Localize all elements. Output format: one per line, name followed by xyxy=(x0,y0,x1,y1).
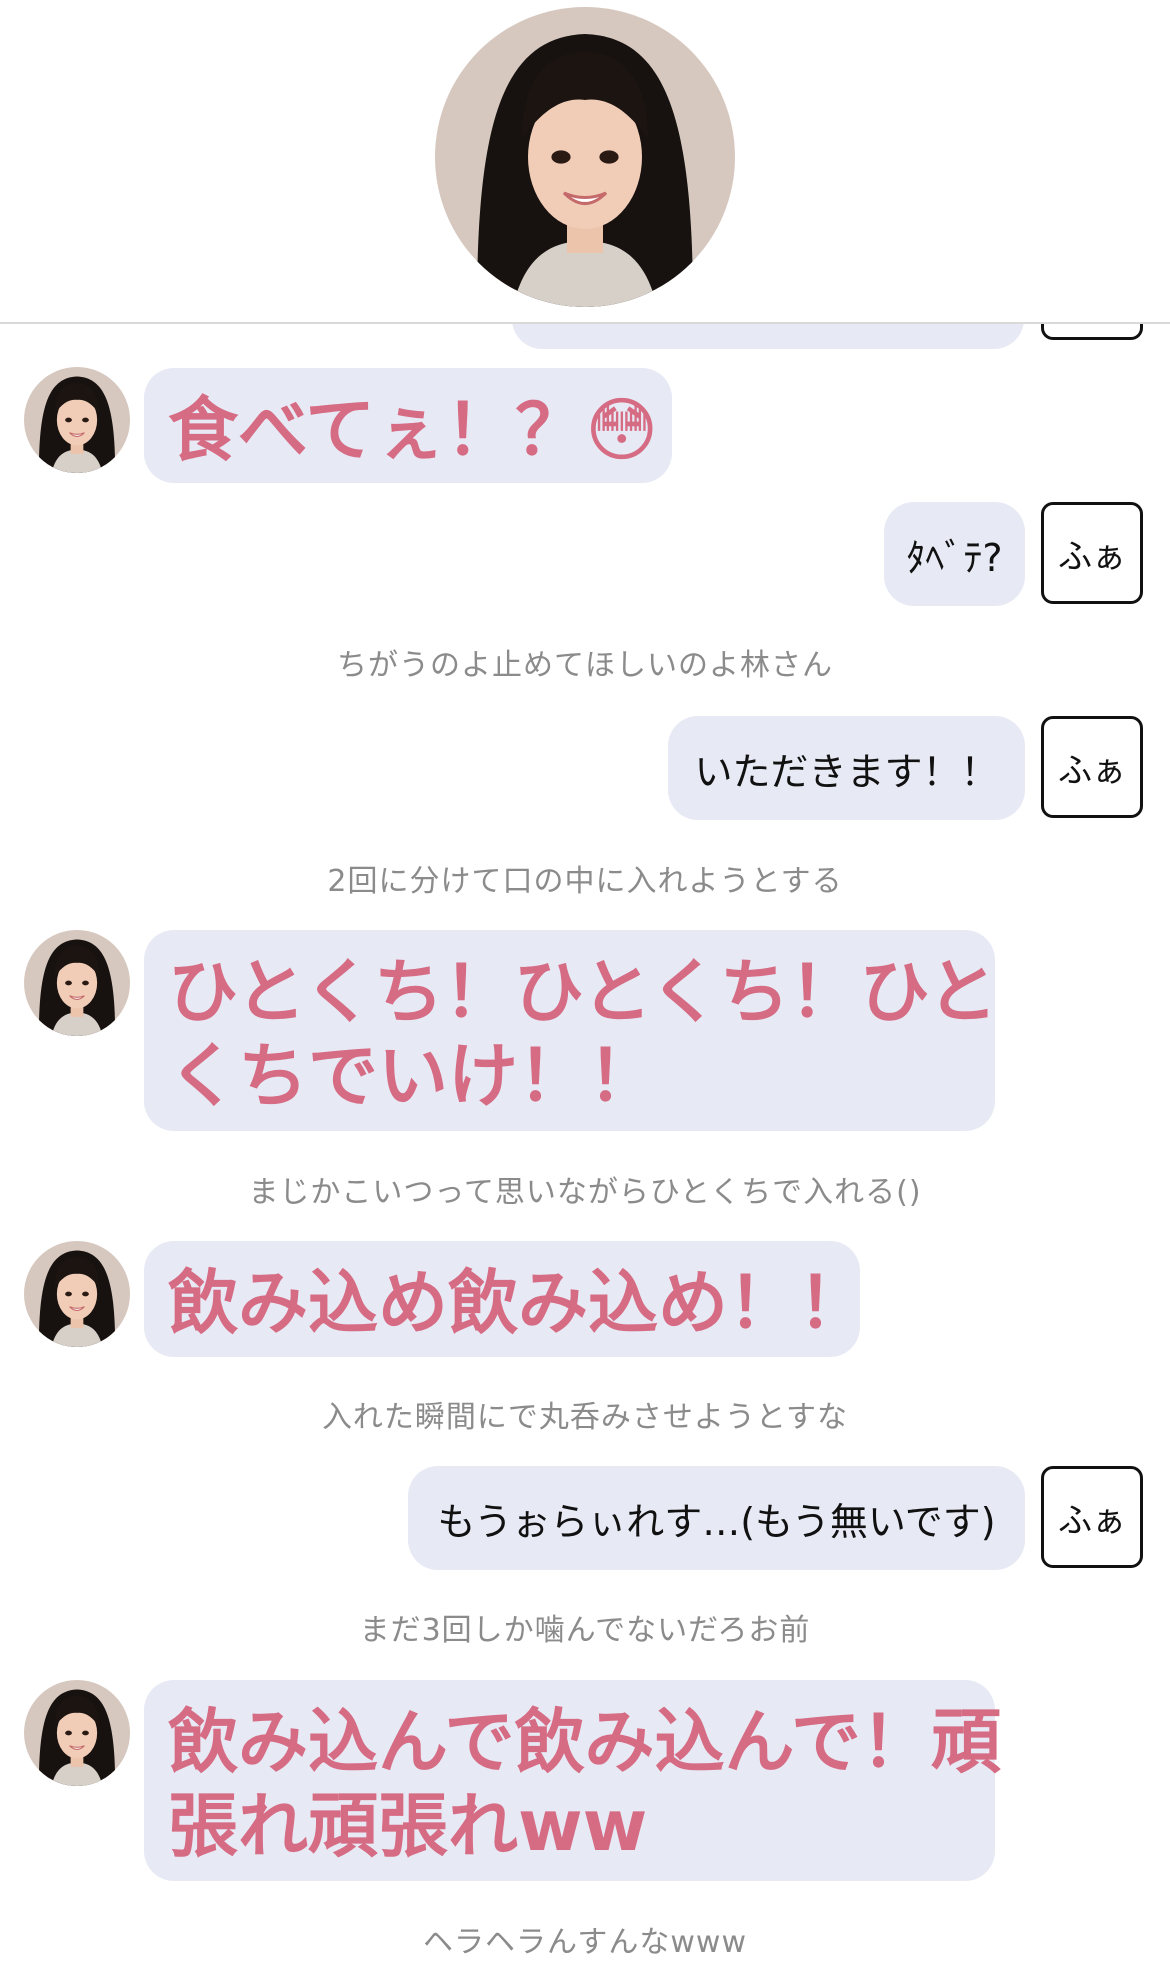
speaker-tag-label: ふぁ xyxy=(1058,536,1126,577)
sender-avatar[interactable] xyxy=(24,367,130,473)
speaker-tag-label: ふぁ xyxy=(1058,750,1126,791)
girl-portrait-icon xyxy=(24,367,130,473)
message-text-line: ひとくち！ひとくち！ひと xyxy=(168,951,998,1033)
message-bubble-left: 食べてぇ！？😳 xyxy=(144,368,672,483)
sender-avatar[interactable] xyxy=(24,1680,130,1786)
message-text: もうぉらぃれす…(もう無いです) xyxy=(437,1499,996,1544)
message-bubble-left: 飲み込め飲み込め！！ xyxy=(144,1241,868,1357)
message-text: いただきます！！ xyxy=(694,749,999,794)
speaker-tag-label: ふぁ xyxy=(1058,1500,1126,1541)
profile-header xyxy=(0,0,1170,324)
narration-text: 入れた瞬間にで丸呑みさせようとすな xyxy=(321,1400,849,1435)
message-text-line: 張れ頑張れww xyxy=(168,1785,648,1867)
message-text-line: くちでいけ！！ xyxy=(168,1035,658,1117)
girl-portrait-icon xyxy=(24,1241,130,1347)
girl-portrait-icon xyxy=(24,1680,130,1786)
speaker-tag: ふぁ xyxy=(1041,716,1143,818)
message-bubble-left: 飲み込んで飲み込んで！頑 張れ頑張れww xyxy=(144,1680,1001,1881)
sender-avatar[interactable] xyxy=(24,930,130,1036)
narration-text: 2回に分けて口の中に入れようとする xyxy=(327,864,843,899)
speaker-tag: ふぁ xyxy=(1041,502,1143,604)
girl-portrait-icon xyxy=(24,930,130,1036)
profile-avatar[interactable] xyxy=(435,7,735,307)
girl-portrait-icon xyxy=(435,7,735,307)
message-text: 飲み込め飲み込め！！ xyxy=(168,1262,868,1344)
narration-text: ヘラヘラんすんなwww xyxy=(422,1925,747,1960)
narration-text: まじかこいつって思いながらひとくちで入れる() xyxy=(248,1175,922,1210)
narration-text: ちがうのよ止めてほしいのよ林さん xyxy=(337,648,833,683)
message-bubble-right: ﾀﾍﾞﾃ? xyxy=(884,502,1025,606)
message-bubble-left: ひとくち！ひとくち！ひと くちでいけ！！ xyxy=(144,930,998,1131)
message-bubble-right: いただきます！！ xyxy=(668,716,1025,820)
message-text: 食べてぇ！？😳 xyxy=(168,389,659,471)
sender-avatar[interactable] xyxy=(24,1241,130,1347)
speaker-tag: ふぁ xyxy=(1041,1466,1143,1568)
message-text: ﾀﾍﾞﾃ? xyxy=(906,535,1003,580)
message-text-line: 飲み込んで飲み込んで！頑 xyxy=(168,1701,1001,1783)
narration-text: まだ3回しか噛んでないだろお前 xyxy=(359,1613,811,1648)
message-bubble-right: もうぉらぃれす…(もう無いです) xyxy=(408,1466,1025,1570)
